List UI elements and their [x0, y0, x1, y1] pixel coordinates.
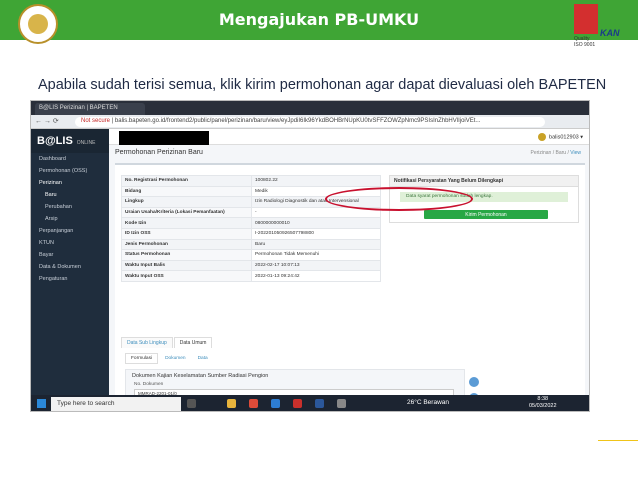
- tab-dokumen[interactable]: Dokumen: [160, 354, 191, 363]
- sidebar-item-dashboard[interactable]: Dashboard: [31, 153, 109, 165]
- table-row: Uraian Usaha/Kriteria (Lokasi Pemanfaata…: [121, 206, 381, 219]
- app-icon[interactable]: [337, 399, 346, 408]
- acrobat-icon[interactable]: [293, 399, 302, 408]
- brand-name: B@LIS: [37, 135, 73, 147]
- subtabs: Data Sub Lingkup Data Umum: [121, 337, 213, 348]
- table-row: No. Registrasi Permohonan 100802.22: [121, 175, 381, 187]
- doc-number-label: No. Dokumen: [134, 382, 164, 387]
- sidebar-item-perpanjangan[interactable]: Perpanjangan: [31, 225, 109, 237]
- user-name: balis012903: [549, 134, 579, 141]
- table-row: ID Izin OSS I-202201050926507798800: [121, 227, 381, 240]
- taskbar-search[interactable]: Type here to search: [51, 397, 181, 411]
- nav-arrows-icon[interactable]: ← → ⟳: [35, 117, 59, 125]
- sidebar-item-permohonan[interactable]: Permohonan (OSS): [31, 165, 109, 177]
- app: B@LIS ONLINE Dashboard Permohonan (OSS) P…: [31, 129, 589, 409]
- word-icon[interactable]: [315, 399, 324, 408]
- browser-tabbar: B@LIS Perizinan | BAPETEN: [31, 101, 589, 115]
- browser-tab[interactable]: B@LIS Perizinan | BAPETEN: [35, 103, 145, 115]
- breadcrumb: Perizinan / Baru / View: [530, 150, 581, 156]
- weather-text: Berawan: [423, 399, 449, 406]
- sidebar-item-bayar[interactable]: Bayar: [31, 249, 109, 261]
- decorative-line: [598, 440, 638, 441]
- breadcrumb-view: View: [570, 150, 581, 156]
- instruction-text: Apabila sudah terisi semua, klik kirim p…: [38, 77, 607, 93]
- sidebar-item-perubahan[interactable]: Perubahan: [31, 201, 109, 213]
- url-text: balis.bapeten.go.id/frontend2/public/pan…: [114, 118, 481, 124]
- document-title: Dokumen Kajian Keselamatan Sumber Radias…: [132, 373, 269, 379]
- tab-formulasi[interactable]: Formulasi: [125, 353, 159, 364]
- kirim-permohonan-button[interactable]: Kirim Permohonan: [424, 210, 548, 219]
- slide-title: Mengajukan PB-UMKU: [218, 10, 420, 29]
- detail-key: Bidang: [121, 185, 252, 198]
- detail-value: 2022-02-17 10:07:13: [251, 259, 381, 272]
- not-secure-label: Not secure: [81, 118, 111, 124]
- detail-key: Kode Izin: [121, 217, 252, 229]
- weather-temp: 26°C: [407, 399, 422, 406]
- screenshot-frame: B@LIS Perizinan | BAPETEN ← → ⟳ Not secu…: [30, 100, 590, 412]
- detail-value: Baru: [251, 238, 381, 251]
- detail-key: ID Izin OSS: [121, 227, 252, 240]
- detail-key: No. Registrasi Permohonan: [121, 175, 252, 187]
- detail-value: 100802.22: [251, 175, 381, 187]
- avatar: [538, 133, 547, 141]
- clock-date: 05/03/2022: [529, 403, 557, 409]
- tab-data[interactable]: Data: [193, 354, 213, 363]
- sidebar-item-arsip[interactable]: Arsip: [31, 213, 109, 225]
- breadcrumb-baru[interactable]: Baru: [556, 150, 567, 156]
- sidebar-item-ktun[interactable]: KTUN: [31, 237, 109, 249]
- sidebar-item-baru[interactable]: Baru: [31, 189, 109, 201]
- red-highlight-ring: [325, 187, 473, 211]
- sidebar: B@LIS ONLINE Dashboard Permohonan (OSS) P…: [31, 129, 109, 395]
- certification-logo: KAN Quality ISO 9001: [570, 0, 630, 70]
- redacted-block: [119, 131, 209, 145]
- table-row: Kode Izin 0800000000010: [121, 217, 381, 229]
- inner-tabs: Formulasi Dokumen Data: [125, 353, 215, 364]
- page-title: Permohonan Perizinan Baru: [115, 149, 203, 156]
- chrome-icon[interactable]: [249, 399, 258, 408]
- detail-value: Permohonan Tidak Memenuhi: [251, 249, 381, 261]
- address-bar: ← → ⟳ Not secure | balis.bapeten.go.id/f…: [31, 115, 589, 129]
- user-menu[interactable]: balis012903 ▾: [538, 133, 583, 141]
- topbar: balis012903 ▾: [109, 129, 589, 145]
- edge-icon[interactable]: [271, 399, 280, 408]
- brand: B@LIS ONLINE: [31, 129, 109, 153]
- brand-sub: ONLINE: [76, 140, 96, 146]
- windows-start-icon[interactable]: [37, 399, 46, 408]
- table-row: Waktu Input Balis 2022-02-17 10:07:13: [121, 259, 381, 272]
- sidebar-item-perizinan[interactable]: Perizinan: [31, 177, 109, 189]
- clock-time: 8:38: [537, 396, 549, 402]
- notification-title: Notifikasi Persyaratan Yang Belum Dileng…: [390, 176, 578, 187]
- detail-key: Status Permohonan: [121, 249, 252, 261]
- detail-value: 2022-01-13 09:24:42: [251, 270, 381, 282]
- sidebar-item-pengaturan[interactable]: Pengaturan: [31, 273, 109, 285]
- table-row: Status Permohonan Permohonan Tidak Memenu…: [121, 249, 381, 261]
- task-view-icon[interactable]: [187, 399, 196, 408]
- tab-data-umum[interactable]: Data Umum: [173, 337, 213, 348]
- clock[interactable]: 8:38 05/03/2022: [529, 396, 557, 410]
- weather-indicator[interactable]: 26°C Berawan: [407, 399, 449, 406]
- taskbar: Type here to search 26°C Berawan 8:38 05/…: [31, 395, 589, 411]
- detail-key: Jenis Permohonan: [121, 238, 252, 251]
- sidebar-item-data-dokumen[interactable]: Data & Dokumen: [31, 261, 109, 273]
- detail-key: Uraian Usaha/Kriteria (Lokasi Pemanfaata…: [121, 206, 252, 219]
- detail-value: 0800000000010: [251, 217, 381, 229]
- detail-value: I-202201050926507798800: [251, 227, 381, 240]
- tab-data-sub-lingkup[interactable]: Data Sub Lingkup: [121, 337, 173, 348]
- url-field[interactable]: Not secure | balis.bapeten.go.id/fronten…: [75, 117, 545, 127]
- breadcrumb-perizinan[interactable]: Perizinan: [530, 150, 551, 156]
- refresh-circle-icon[interactable]: [469, 377, 479, 387]
- detail-key: Lingkup: [121, 196, 252, 208]
- file-explorer-icon[interactable]: [227, 399, 236, 408]
- table-row: Waktu Input OSS 2022-01-13 09:24:42: [121, 270, 381, 282]
- detail-key: Waktu Input Balis: [121, 259, 252, 272]
- detail-key: Waktu Input OSS: [121, 270, 252, 282]
- table-row: Jenis Permohonan Baru: [121, 238, 381, 251]
